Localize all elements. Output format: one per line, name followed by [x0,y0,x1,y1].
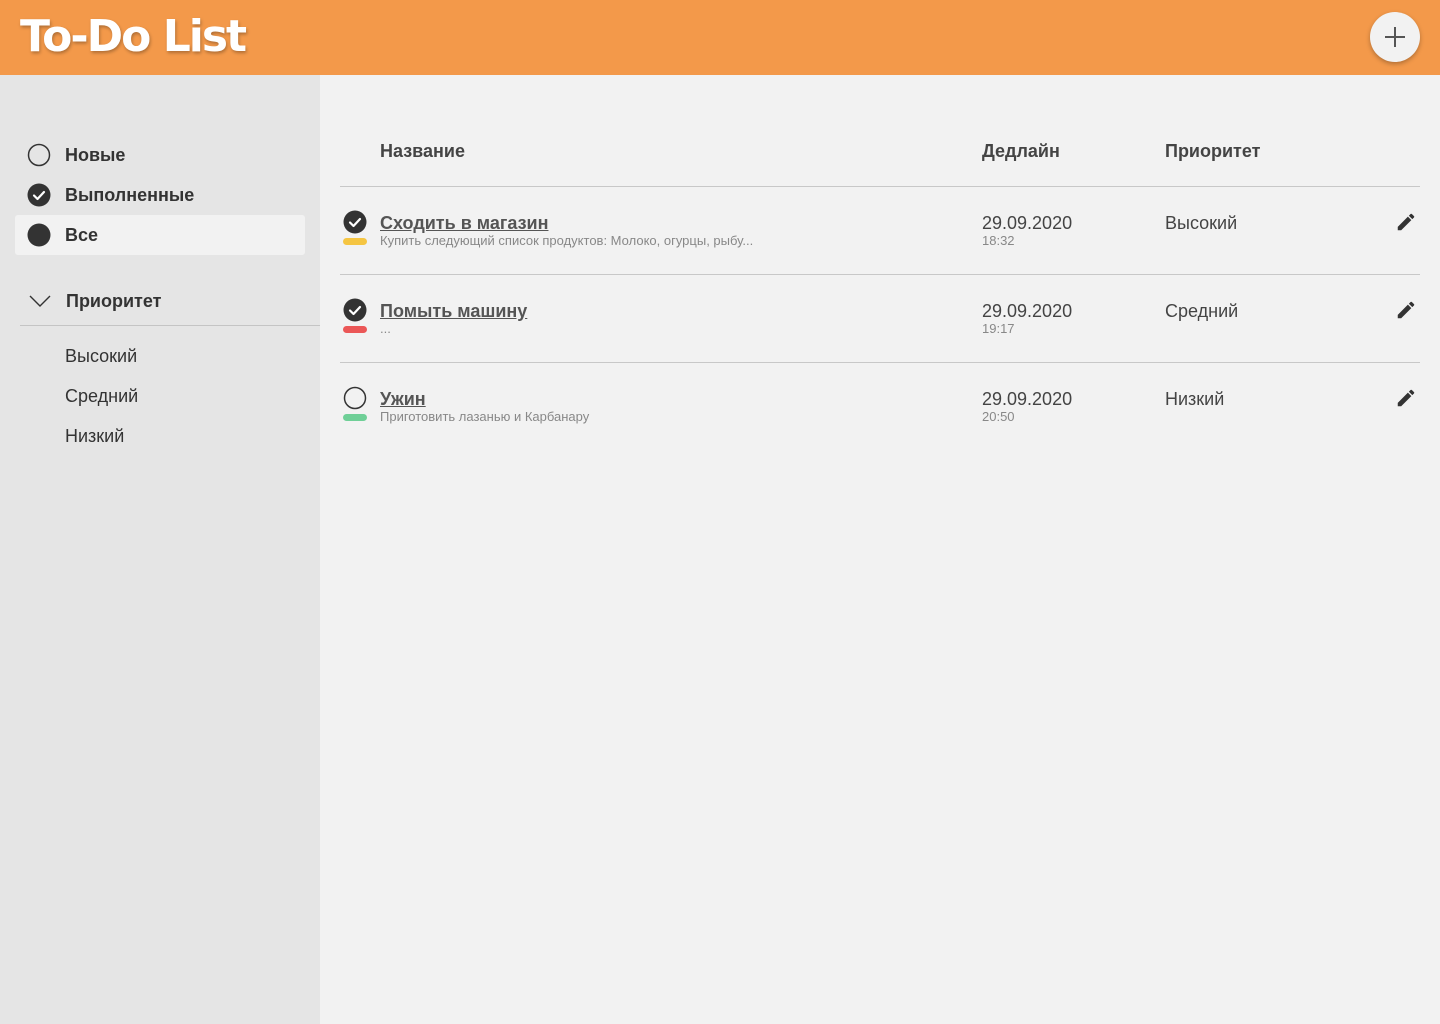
task-title[interactable]: Ужин [380,388,426,410]
chevron-down-icon [29,295,51,307]
check-circle-icon[interactable] [343,298,367,322]
task-priority: Высокий [1165,213,1238,233]
priority-filter-high[interactable]: Высокий [65,344,137,368]
task-time: 19:17 [982,321,1015,336]
pencil-icon[interactable] [1395,211,1417,233]
task-date: 29.09.2020 [982,213,1073,233]
priority-indicator [343,238,367,245]
check-circle-icon [27,183,51,207]
task-row[interactable]: Помыть машину ... 29.09.2020 19:17 Средн… [340,275,1420,363]
priority-section-title: Приоритет [66,290,162,311]
priority-filter-low[interactable]: Низкий [65,424,124,448]
circle-outline-icon [27,143,51,167]
priority-filter-medium[interactable]: Средний [65,384,138,408]
task-time: 20:50 [982,409,1015,424]
column-header-deadline: Дедлайн [982,141,1060,161]
task-time: 18:32 [982,233,1015,248]
task-row[interactable]: Сходить в магазин Купить следующий списо… [340,187,1420,275]
filter-label: Новые [65,144,126,165]
task-description: ... [380,321,391,336]
pencil-icon[interactable] [1395,299,1417,321]
circle-outline-icon[interactable] [343,386,367,410]
priority-section-toggle[interactable]: Приоритет [20,281,320,321]
priority-indicator [343,326,367,333]
check-circle-icon[interactable] [343,210,367,234]
task-date: 29.09.2020 [982,389,1073,409]
priority-indicator [343,414,367,421]
column-header-name: Название [380,141,465,161]
sidebar: Новые Выполненные Все Приоритет Высокий … [0,75,320,1024]
plus-icon [1385,27,1405,47]
task-title[interactable]: Сходить в магазин [380,212,548,234]
filter-label: Все [65,224,99,245]
app-logo: To-Do List [20,11,247,62]
divider [20,325,320,326]
filter-new[interactable]: Новые [15,135,305,175]
add-task-button[interactable] [1370,12,1420,62]
filter-done[interactable]: Выполненные [15,175,305,215]
pencil-icon[interactable] [1395,387,1417,409]
app-header: To-Do List [0,0,1440,75]
column-header-priority: Приоритет [1165,141,1261,161]
task-description: Купить следующий список продуктов: Молок… [380,233,754,248]
task-priority: Низкий [1165,389,1225,409]
task-title[interactable]: Помыть машину [380,300,527,322]
filter-all[interactable]: Все [15,215,305,255]
task-priority: Средний [1165,301,1239,321]
filled-circle-icon [27,223,51,247]
task-row[interactable]: Ужин Приготовить лазанью и Карбанару 29.… [340,363,1420,451]
filter-label: Выполненные [65,184,195,205]
task-date: 29.09.2020 [982,301,1073,321]
task-description: Приготовить лазанью и Карбанару [380,409,590,424]
